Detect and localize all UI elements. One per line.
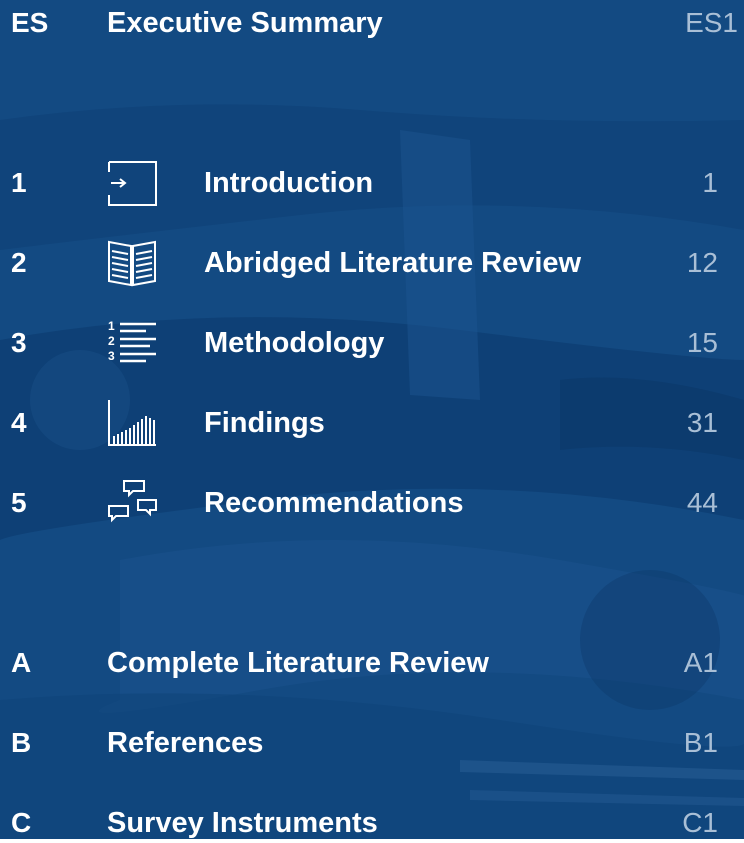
toc-chapter-number: 2: [11, 247, 27, 278]
toc-row-appendix-c[interactable]: C Survey Instruments C1: [0, 803, 744, 843]
toc-page-number: 12: [686, 247, 718, 278]
toc-title[interactable]: Survey Instruments: [107, 803, 378, 843]
toc-chapter-number: 3: [11, 327, 27, 358]
toc-title[interactable]: Findings: [204, 403, 325, 443]
enter-arrow-icon: [108, 161, 157, 206]
toc-appendix-letter: A: [11, 647, 32, 678]
toc-label: ES: [11, 7, 49, 38]
toc-title[interactable]: Introduction: [204, 163, 373, 203]
toc-chapter-number: 5: [11, 487, 27, 518]
toc-row-chapter-1[interactable]: 1 Introduction 1: [0, 161, 744, 206]
toc-row-appendix-a[interactable]: A Complete Literature Review A1: [0, 643, 744, 683]
numbered-list-icon: 123: [108, 319, 156, 363]
toc-row-appendix-b[interactable]: B References B1: [0, 723, 744, 763]
toc-title[interactable]: Abridged Literature Review: [204, 243, 581, 283]
open-book-icon: [108, 240, 156, 287]
toc-page-number: C1: [682, 807, 718, 838]
toc-appendix-letter: C: [11, 807, 32, 838]
speech-bubbles-icon: [108, 480, 157, 523]
toc-title[interactable]: Executive Summary: [107, 3, 383, 43]
toc-page-number: 15: [686, 327, 718, 358]
toc-page-number: 31: [686, 407, 718, 438]
bar-chart-icon: [108, 400, 156, 446]
toc-title[interactable]: References: [107, 723, 263, 763]
toc-page-number: B1: [683, 727, 718, 758]
toc-row-chapter-2[interactable]: 2 Abridged Literature Review 12: [0, 240, 744, 287]
svg-text:2: 2: [108, 334, 115, 348]
toc-chapter-number: 1: [11, 167, 27, 198]
toc-row-chapter-4[interactable]: 4 Findings 31: [0, 400, 744, 446]
toc-row-chapter-5[interactable]: 5 Recommendations 44: [0, 480, 744, 523]
toc-row-executive-summary[interactable]: ES Executive Summary ES1: [0, 3, 744, 43]
toc-appendix-letter: B: [11, 727, 32, 758]
svg-text:3: 3: [108, 349, 115, 363]
svg-text:1: 1: [108, 319, 115, 333]
toc-chapter-number: 4: [11, 407, 27, 438]
toc-page-number: ES1: [685, 7, 738, 38]
toc-page-number: 44: [686, 487, 718, 518]
toc-page-number: 1: [702, 167, 718, 198]
toc-page-number: A1: [683, 647, 718, 678]
toc-title[interactable]: Recommendations: [204, 483, 463, 523]
toc-row-chapter-3[interactable]: 3 123 Methodology 15: [0, 319, 744, 363]
toc-title[interactable]: Complete Literature Review: [107, 643, 489, 683]
toc-title[interactable]: Methodology: [204, 323, 384, 363]
